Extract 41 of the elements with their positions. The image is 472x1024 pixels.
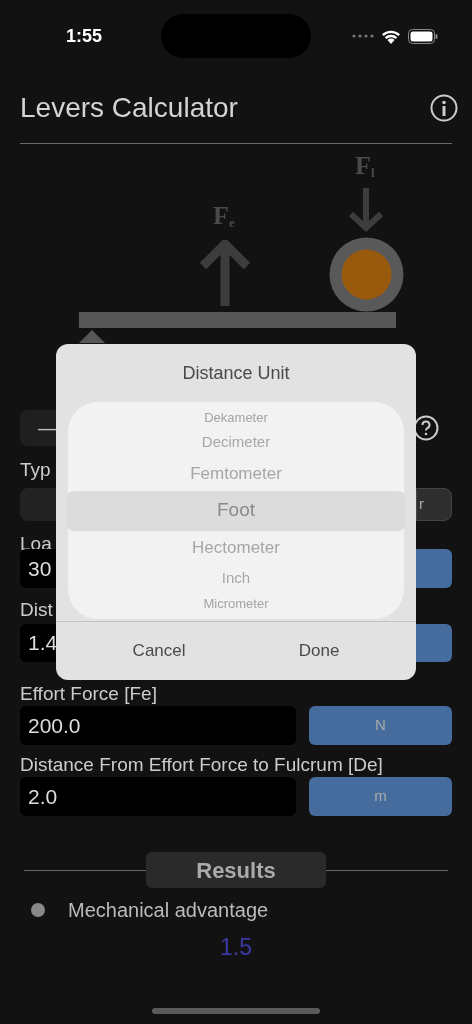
dialog-button[interactable]: Done (286, 632, 352, 670)
info-icon[interactable] (430, 93, 458, 122)
load-ball-icon (329, 237, 404, 312)
field-label: Distance From Effort Force to Fulcrum [De] (20, 753, 384, 776)
status-time: 1:55 (66, 24, 103, 48)
distance-input[interactable]: 1.4 (20, 624, 56, 662)
picker-option[interactable]: Hectometer (68, 530, 404, 565)
battery-icon (408, 28, 438, 44)
unit-button[interactable] (416, 549, 452, 588)
down-arrow-icon (349, 188, 383, 234)
wifi-icon (381, 28, 401, 44)
up-arrow-icon (199, 240, 251, 306)
result-label: Mechanical advantage (68, 898, 269, 923)
dialog-button[interactable]: Cancel (120, 632, 198, 670)
unit-button[interactable]: N (309, 706, 452, 745)
unit-button[interactable] (416, 624, 452, 662)
dialog-title: Distance Unit (182, 361, 290, 385)
distance-label: Dist (20, 599, 53, 620)
picker-option[interactable]: Inch (68, 564, 404, 593)
picker-option[interactable]: Dekameter (68, 406, 404, 429)
picker-option[interactable]: Femtometer (68, 456, 404, 491)
load-input[interactable]: 30 (20, 549, 56, 588)
help-icon[interactable] (413, 415, 439, 441)
value-input[interactable]: 2.0 (20, 777, 296, 816)
bullet-icon (31, 903, 45, 917)
picker-option[interactable]: Micrometer (68, 592, 404, 615)
segment-control[interactable] (20, 488, 56, 521)
load-force-label: F$_{l}$ (355, 153, 375, 179)
results-heading: Results (146, 852, 326, 888)
segment-option[interactable]: r (416, 488, 452, 521)
picker-option[interactable]: Decimeter (68, 428, 404, 457)
app-title: Levers Calculator (20, 90, 238, 125)
result-value: 1.5 (220, 934, 252, 960)
effort-force-label: F$_{e}$ (213, 203, 235, 229)
picker-option[interactable]: Foot (66, 490, 406, 531)
unit-picker[interactable]: Dekameter Decimeter Femtometer Foot Hectometer Inch Micrometer (68, 402, 404, 619)
type-label: Typ (20, 459, 51, 480)
field-label: Effort Force [Fe] (20, 682, 158, 705)
unit-button[interactable]: m (309, 777, 452, 816)
signal-icon (352, 34, 374, 38)
value-input[interactable]: 200.0 (20, 706, 296, 745)
